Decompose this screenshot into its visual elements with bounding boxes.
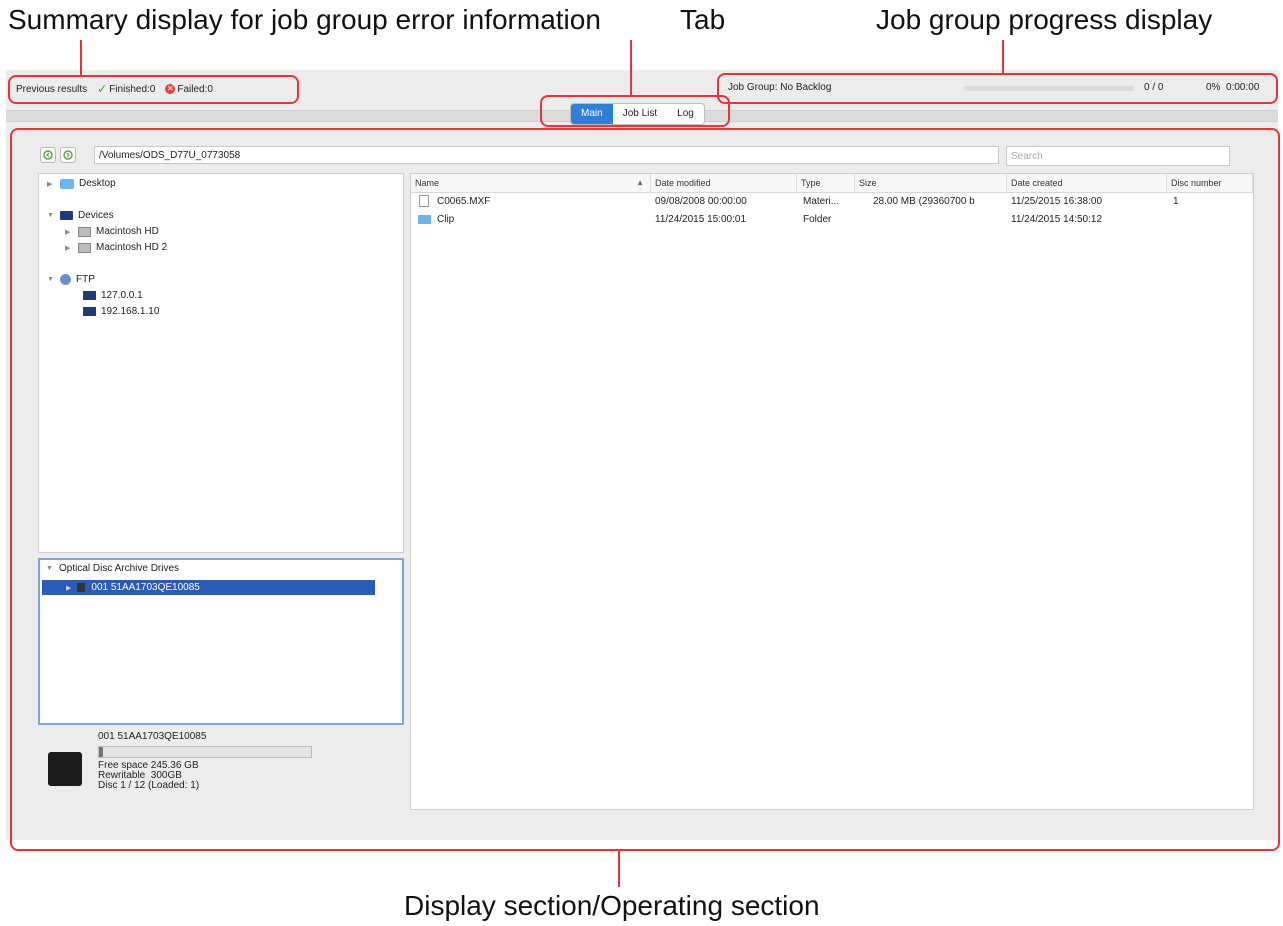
summary-leader-line [80,40,82,76]
progress-leader-line [1002,40,1004,75]
tab-annotation-label: Tab [680,4,726,35]
summary-annotation-label: Summary display for job group error info… [8,4,601,35]
progress-highlight-box [717,73,1278,104]
display-highlight-box [10,128,1280,851]
tab-highlight-box [540,95,730,127]
tab-leader-line [630,40,632,96]
summary-highlight-box [8,75,299,104]
display-leader-line [618,851,620,887]
display-annotation-label: Display section/Operating section [404,890,820,921]
progress-annotation-label: Job group progress display [876,4,1213,35]
